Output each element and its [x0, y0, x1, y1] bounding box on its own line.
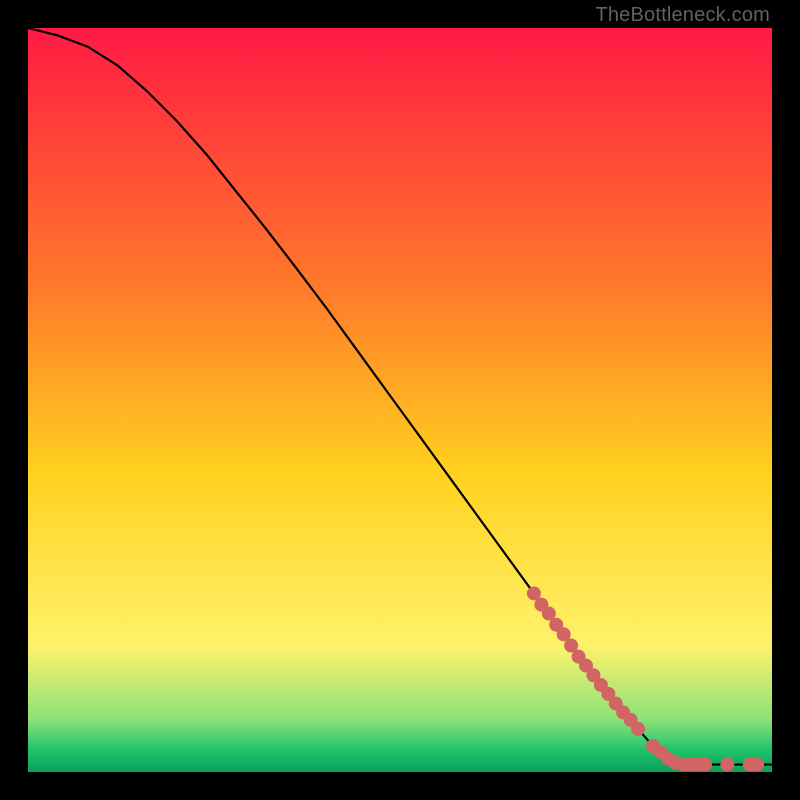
chart-svg	[28, 28, 772, 772]
chart-marker	[750, 758, 764, 772]
chart-curve	[28, 28, 772, 765]
chart-marker	[698, 758, 712, 772]
chart-marker	[631, 722, 645, 736]
watermark-label: TheBottleneck.com	[595, 4, 770, 27]
chart-marker	[720, 758, 734, 772]
chart-markers	[527, 586, 764, 771]
plot-frame	[28, 28, 772, 772]
chart-container: TheBottleneck.com	[0, 0, 800, 800]
